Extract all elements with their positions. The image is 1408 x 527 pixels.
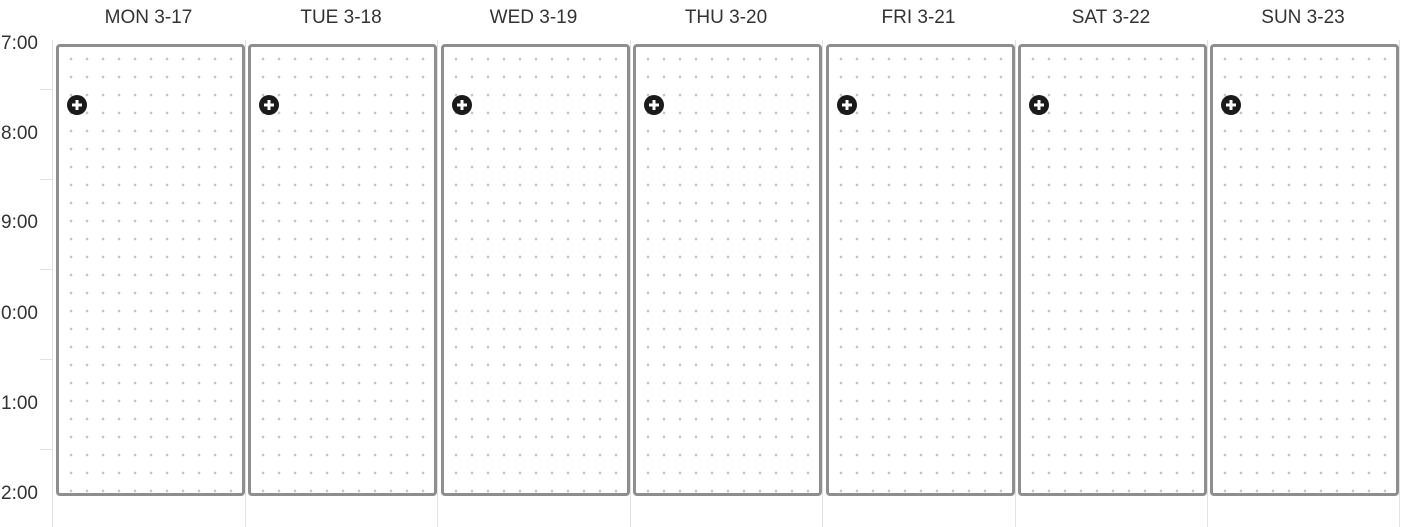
half-hour-tick [40, 359, 52, 360]
half-hour-tick [40, 449, 52, 450]
plus-circle-icon[interactable] [67, 95, 87, 115]
day-header-thu: THU 3-20 [684, 7, 768, 28]
day-header-sun: SUN 3-23 [1261, 7, 1345, 28]
time-label: 2:00 [1, 483, 38, 504]
half-hour-tick [40, 269, 52, 270]
day-block-mon[interactable] [56, 44, 245, 496]
day-header-fri: FRI 3-21 [881, 7, 956, 28]
day-header-wed: WED 3-19 [489, 7, 578, 28]
column-divider [437, 40, 438, 527]
column-divider [822, 40, 823, 527]
half-hour-tick [40, 179, 52, 180]
plus-circle-icon[interactable] [259, 95, 279, 115]
plus-circle-icon[interactable] [452, 95, 472, 115]
week-schedule: 7:00 8:00 9:00 0:00 1:00 2:00 MON 3-17 T… [0, 0, 1408, 527]
day-block-sun[interactable] [1210, 44, 1399, 496]
plus-circle-icon[interactable] [644, 95, 664, 115]
column-divider [245, 40, 246, 527]
time-label: 9:00 [1, 212, 38, 233]
time-label: 0:00 [1, 303, 38, 324]
plus-circle-icon[interactable] [837, 95, 857, 115]
day-block-wed[interactable] [441, 44, 630, 496]
day-block-tue[interactable] [248, 44, 437, 496]
column-divider [630, 40, 631, 527]
half-hour-tick [40, 89, 52, 90]
time-label: 7:00 [1, 33, 38, 54]
day-header-sat: SAT 3-22 [1071, 7, 1151, 28]
column-divider [1399, 40, 1400, 527]
column-divider [1207, 40, 1208, 527]
day-block-fri[interactable] [826, 44, 1015, 496]
time-label: 8:00 [1, 123, 38, 144]
column-divider [52, 40, 53, 527]
plus-circle-icon[interactable] [1221, 95, 1241, 115]
day-block-sat[interactable] [1018, 44, 1207, 496]
day-block-thu[interactable] [633, 44, 822, 496]
plus-circle-icon[interactable] [1029, 95, 1049, 115]
day-header-tue: TUE 3-18 [300, 7, 382, 28]
column-divider [1015, 40, 1016, 527]
day-header-mon: MON 3-17 [104, 7, 193, 28]
time-label: 1:00 [1, 393, 38, 414]
time-gutter: 7:00 8:00 9:00 0:00 1:00 2:00 [0, 0, 52, 527]
